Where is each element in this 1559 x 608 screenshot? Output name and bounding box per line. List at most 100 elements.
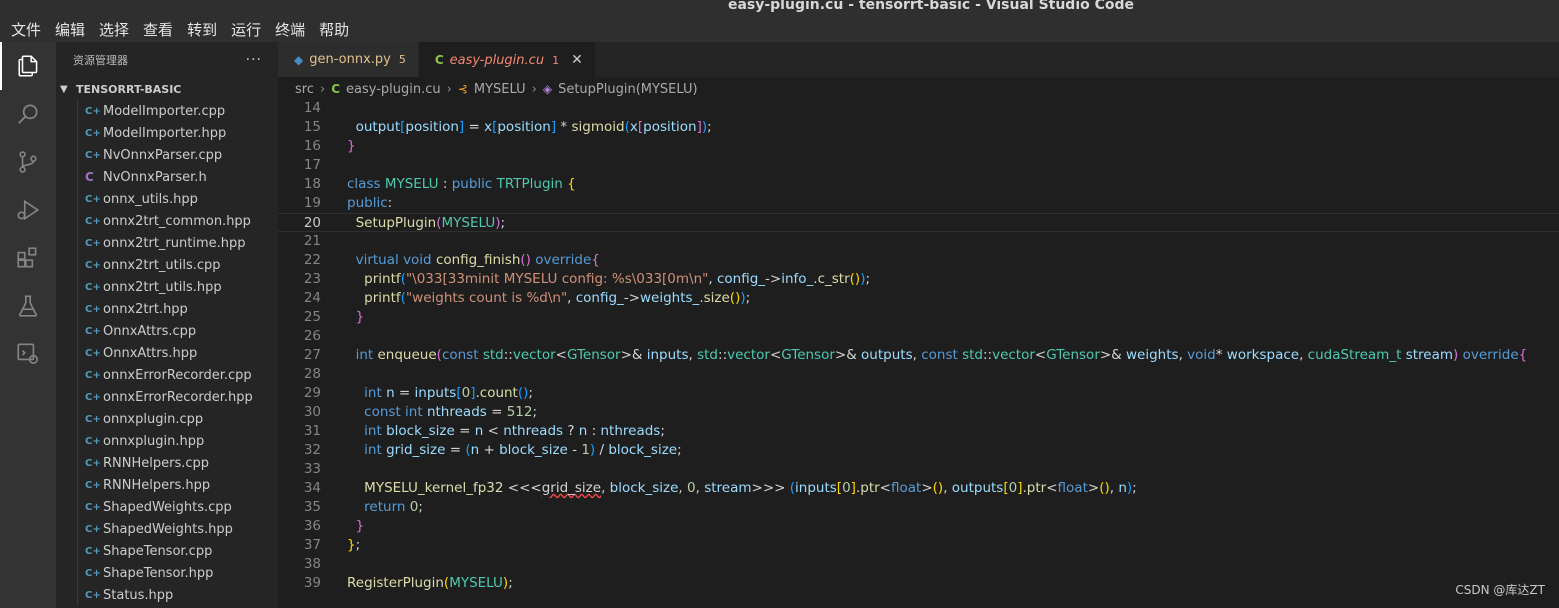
file-item[interactable]: C+ ModelImporter.cpp bbox=[56, 100, 278, 122]
code-token: ; bbox=[532, 404, 538, 420]
file-name: onnx2trt_utils.hpp bbox=[103, 279, 222, 295]
editor-tab[interactable]: ◆ gen-onnx.py 5 bbox=[278, 42, 419, 77]
file-item[interactable]: C+ onnxErrorRecorder.cpp bbox=[56, 364, 278, 386]
code-token: const bbox=[921, 347, 958, 363]
problem-count-badge: 5 bbox=[398, 53, 406, 66]
code-line: 29 int n = inputs[0].count(); bbox=[278, 384, 1559, 403]
file-item[interactable]: C+ NvOnnxParser.cpp bbox=[56, 144, 278, 166]
code-token: grid_size bbox=[386, 442, 446, 458]
code-token: = bbox=[464, 119, 485, 135]
file-item[interactable]: C+ onnx2trt_runtime.hpp bbox=[56, 232, 278, 254]
workspace-folder[interactable]: ▼ TENSORRT-BASIC bbox=[56, 78, 278, 100]
code-token: 0 bbox=[461, 385, 471, 401]
extensions-activity[interactable] bbox=[0, 234, 56, 282]
file-name: onnxplugin.cpp bbox=[103, 411, 204, 427]
code-token: nthreads bbox=[503, 423, 564, 439]
file-item[interactable]: C+ OnnxAttrs.cpp bbox=[56, 320, 278, 342]
indent-guide bbox=[77, 166, 78, 188]
file-item[interactable]: C+ ModelImporter.hpp bbox=[56, 122, 278, 144]
file-item[interactable]: C+ OnnxAttrs.hpp bbox=[56, 342, 278, 364]
code-lines: 14 15 output[position] = x[position] * si… bbox=[278, 101, 1559, 593]
code-token: { bbox=[1518, 347, 1528, 363]
breadcrumb-symbol[interactable]: SetupPlugin(MYSELU) bbox=[558, 82, 698, 97]
code-token: ; bbox=[500, 215, 506, 231]
title-bar: easy-plugin.cu - tensorrt-basic - Visual… bbox=[0, 0, 1559, 42]
code-token: < bbox=[1046, 480, 1058, 496]
code-token: GTensor bbox=[1046, 347, 1100, 363]
code-token: + bbox=[479, 442, 500, 458]
explorer-activity[interactable] bbox=[0, 42, 56, 90]
menu-item[interactable]: 编辑 bbox=[55, 20, 85, 40]
file-item[interactable]: C+ onnx_utils.hpp bbox=[56, 188, 278, 210]
breadcrumb: src › C easy-plugin.cu › ⊰ MYSELU › ◈ Se… bbox=[278, 77, 1559, 101]
menu-item[interactable]: 终端 bbox=[275, 20, 305, 40]
menu-item[interactable]: 运行 bbox=[231, 20, 261, 40]
code-line: 19 public: bbox=[278, 194, 1559, 213]
more-actions-button[interactable]: ··· bbox=[246, 52, 262, 68]
breadcrumb-folder[interactable]: src bbox=[295, 82, 314, 97]
file-item[interactable]: C+ onnxplugin.hpp bbox=[56, 430, 278, 452]
file-item[interactable]: C+ onnx2trt_utils.cpp bbox=[56, 254, 278, 276]
indent-guide bbox=[77, 496, 78, 518]
search-activity[interactable] bbox=[0, 90, 56, 138]
code-editor[interactable]: 14 15 output[position] = x[position] * si… bbox=[278, 101, 1559, 608]
activity-bar bbox=[0, 42, 56, 608]
breadcrumb-class[interactable]: MYSELU bbox=[474, 82, 526, 97]
code-token: const bbox=[364, 404, 401, 420]
chevron-right-icon: › bbox=[531, 81, 537, 97]
code-token: ; bbox=[745, 290, 751, 306]
breadcrumb-file[interactable]: easy-plugin.cu bbox=[346, 82, 441, 97]
file-item[interactable]: C+ Status.hpp bbox=[56, 584, 278, 606]
code-token: -> bbox=[623, 290, 640, 306]
code-token: "weights count is %d\n" bbox=[405, 290, 568, 306]
code-token: stream bbox=[1405, 347, 1453, 363]
watermark: CSDN @库达ZT bbox=[1455, 583, 1545, 597]
editor-tab[interactable]: Ceasy-plugin.cu 1 ✕ bbox=[418, 42, 596, 77]
code-token: MYSELU bbox=[449, 575, 503, 591]
python-icon: ◆ bbox=[294, 52, 304, 67]
code-token: virtual bbox=[355, 252, 399, 268]
file-item[interactable]: C+ onnx2trt_common.hpp bbox=[56, 210, 278, 232]
code-token: = bbox=[445, 442, 466, 458]
code-token: std bbox=[482, 347, 504, 363]
code-token: , bbox=[567, 290, 576, 306]
file-item[interactable]: C+ ShapeTensor.cpp bbox=[56, 540, 278, 562]
search-icon bbox=[18, 104, 38, 124]
code-token: = bbox=[454, 423, 475, 439]
file-item[interactable]: C+ RNNHelpers.hpp bbox=[56, 474, 278, 496]
file-item[interactable]: C+ RNNHelpers.cpp bbox=[56, 452, 278, 474]
menu-item[interactable]: 文件 bbox=[11, 20, 41, 40]
code-token: override bbox=[1462, 347, 1519, 363]
file-item[interactable]: C NvOnnxParser.h bbox=[56, 166, 278, 188]
file-item[interactable]: C+ ShapedWeights.cpp bbox=[56, 496, 278, 518]
file-name: onnx2trt_common.hpp bbox=[103, 213, 251, 229]
cpp-file-icon: C+ bbox=[85, 237, 101, 249]
menu-item[interactable]: 转到 bbox=[187, 20, 217, 40]
menu-item[interactable]: 查看 bbox=[143, 20, 173, 40]
line-number: 33 bbox=[303, 461, 321, 477]
close-icon[interactable]: ✕ bbox=[571, 52, 583, 68]
source-control-activity[interactable] bbox=[0, 138, 56, 186]
file-item[interactable]: C+ ShapeTensor.hpp bbox=[56, 562, 278, 584]
code-token: ; bbox=[528, 385, 533, 401]
file-item[interactable]: C+ onnxplugin.cpp bbox=[56, 408, 278, 430]
remote-explorer-activity[interactable] bbox=[0, 330, 56, 378]
line-text: return 0; bbox=[347, 498, 423, 517]
line-number: 37 bbox=[303, 537, 321, 553]
file-item[interactable]: C+ ShapedWeights.hpp bbox=[56, 518, 278, 540]
code-token: position bbox=[497, 119, 551, 135]
code-token: , bbox=[601, 480, 610, 496]
file-item[interactable]: C+ onnxErrorRecorder.hpp bbox=[56, 386, 278, 408]
menu-item[interactable]: 帮助 bbox=[319, 20, 349, 40]
code-token: , bbox=[1299, 347, 1308, 363]
file-item[interactable]: C+ onnx2trt.hpp bbox=[56, 298, 278, 320]
indent-guide bbox=[77, 518, 78, 540]
code-line: 33 bbox=[278, 460, 1559, 479]
file-item[interactable]: C+ onnx2trt_utils.hpp bbox=[56, 276, 278, 298]
testing-activity[interactable] bbox=[0, 282, 56, 330]
code-token: int bbox=[364, 423, 382, 439]
menu-item[interactable]: 选择 bbox=[99, 20, 129, 40]
cpp-file-icon: C+ bbox=[85, 215, 101, 227]
run-debug-activity[interactable] bbox=[0, 186, 56, 234]
